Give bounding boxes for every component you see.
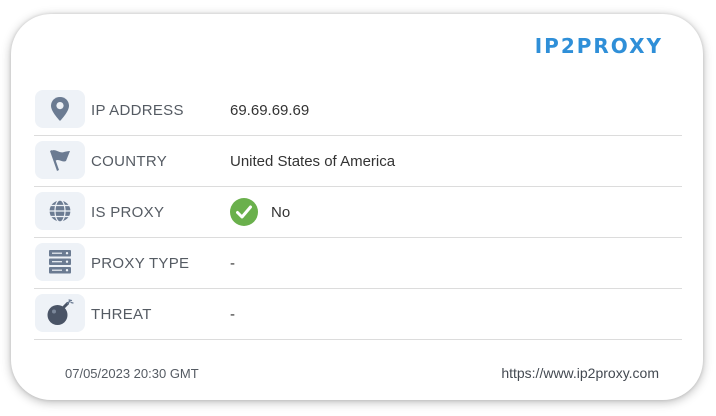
ip-address-value: 69.69.69.69 [230, 101, 310, 119]
check-circle-icon [230, 198, 258, 226]
ip-address-label: IP ADDRESS [91, 101, 184, 119]
location-pin-icon [35, 90, 85, 128]
info-table: IP ADDRESS 69.69.69.69 COUNTRY United St… [34, 85, 682, 340]
proxy-type-value: - [230, 254, 235, 272]
row-threat: THREAT - [34, 289, 682, 340]
threat-value: - [230, 305, 235, 323]
is-proxy-value-wrap: No [230, 198, 290, 226]
timestamp: 07/05/2023 20:30 GMT [65, 366, 199, 381]
ip2proxy-logo: IP2PROXY [534, 34, 663, 58]
country-value: United States of America [230, 152, 396, 170]
proxy-type-label: PROXY TYPE [91, 254, 190, 272]
website-link[interactable]: https://www.ip2proxy.com [501, 365, 659, 381]
bomb-icon [35, 294, 85, 332]
row-ip-address: IP ADDRESS 69.69.69.69 [34, 85, 682, 136]
is-proxy-value: No [271, 203, 291, 221]
row-country: COUNTRY United States of America [34, 136, 682, 187]
threat-label: THREAT [91, 305, 152, 323]
row-is-proxy: IS PROXY No [34, 187, 682, 238]
row-proxy-type: PROXY TYPE - [34, 238, 682, 289]
is-proxy-label: IS PROXY [91, 203, 165, 221]
server-icon [35, 243, 85, 281]
flag-icon [35, 141, 85, 179]
globe-icon [35, 192, 85, 230]
proxy-info-card: IP2PROXY IP ADDRESS 69.69.69.69 COUNTRY … [11, 14, 703, 400]
country-label: COUNTRY [91, 152, 167, 170]
